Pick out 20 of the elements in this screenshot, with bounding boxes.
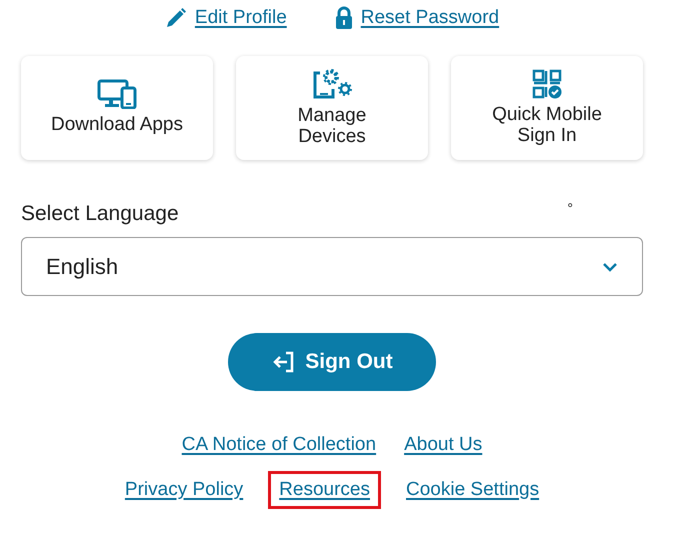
pencil-icon [164,7,187,30]
profile-link[interactable]: Reset Password [360,4,500,32]
device-gears-icon [311,68,353,100]
language-select[interactable]: English [21,237,643,296]
qr-code-icon [532,68,562,99]
tile-button[interactable]: Manage Devices [236,56,428,160]
chevron-down-icon [602,262,618,272]
footer-link[interactable]: Cookie Settings [406,474,540,506]
field-label: Select Language [21,200,179,226]
degree-mark: ° [567,198,573,218]
devices-icon [97,79,137,110]
lock-icon [334,6,353,30]
profile-link[interactable]: Edit Profile [194,4,287,32]
footer-link[interactable]: About Us [404,429,482,462]
footer-link[interactable]: CA Notice of Collection [182,429,376,462]
footer-link[interactable]: Privacy Policy [124,474,244,506]
footer-link[interactable]: Resources [271,474,378,506]
sign-out-button[interactable]: Sign Out [228,333,436,391]
tile-button[interactable]: Download Apps [21,56,213,160]
tile-button[interactable]: Quick Mobile Sign In [451,56,643,160]
